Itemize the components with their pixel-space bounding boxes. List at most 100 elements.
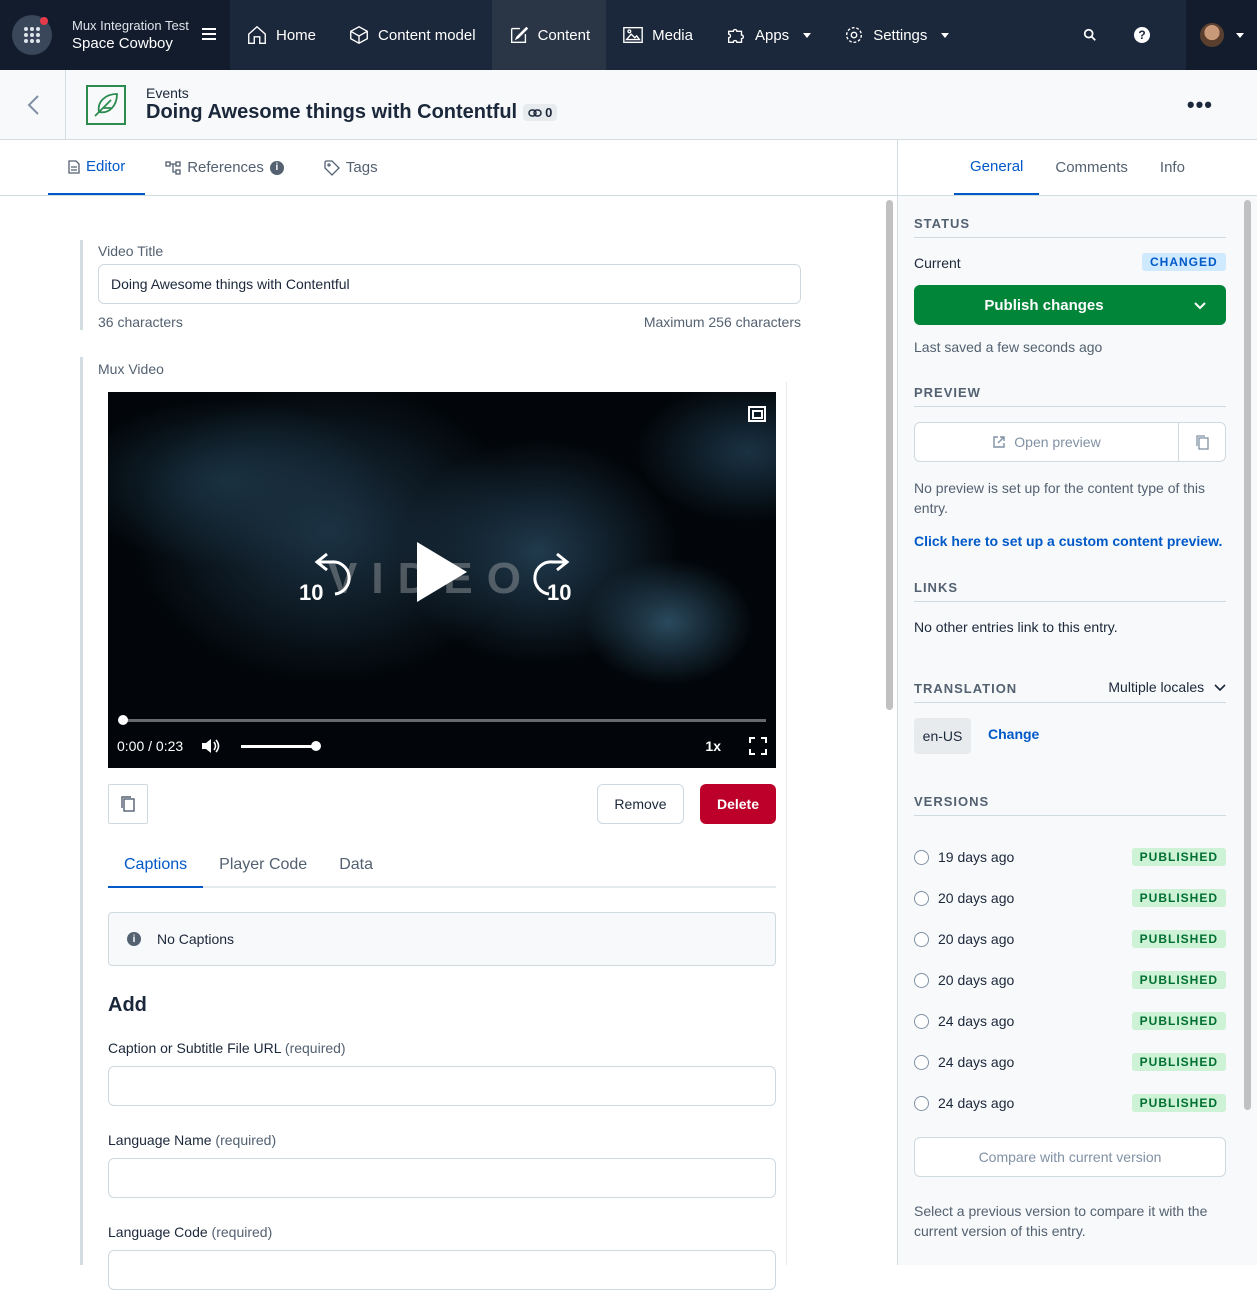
version-row[interactable]: 20 days ago PUBLISHED — [914, 928, 1226, 950]
tab-info[interactable]: Info — [1144, 140, 1201, 195]
app-launcher-button[interactable] — [12, 15, 52, 55]
status-badge: PUBLISHED — [1131, 848, 1226, 866]
notification-dot — [40, 17, 48, 25]
mux-app-frame — [786, 382, 801, 1265]
language-name-label-text: Language Name — [108, 1132, 212, 1148]
version-row[interactable]: 20 days ago PUBLISHED — [914, 969, 1226, 991]
locale-mode-select[interactable]: Multiple locales — [1108, 679, 1226, 696]
no-captions-text: No Captions — [157, 931, 235, 947]
scrollbar-thumb[interactable] — [1244, 200, 1251, 1110]
feather-icon — [94, 92, 118, 117]
language-name-label: Language Name (required) — [108, 1132, 276, 1148]
add-heading: Add — [108, 994, 147, 1016]
entry-title: Doing Awesome things with Contentful 0 — [146, 101, 558, 124]
preview-control: Open preview — [914, 422, 1226, 462]
search-button[interactable] — [1064, 0, 1116, 70]
versions-heading: VERSIONS — [914, 794, 1226, 816]
sidebar-scrollbar[interactable] — [1244, 200, 1254, 1110]
menu-icon[interactable] — [202, 28, 216, 43]
language-name-input[interactable] — [108, 1158, 776, 1198]
version-row[interactable]: 20 days ago PUBLISHED — [914, 887, 1226, 909]
seek-forward-button[interactable]: 10 — [529, 544, 577, 605]
version-row[interactable]: 19 days ago PUBLISHED — [914, 846, 1226, 868]
version-radio[interactable] — [914, 931, 929, 947]
grid-icon — [24, 27, 40, 43]
setup-preview-link[interactable]: Click here to set up a custom content pr… — [914, 533, 1222, 549]
more-options-icon[interactable]: ••• — [1187, 92, 1213, 118]
language-code-input[interactable] — [108, 1250, 776, 1290]
nav-media[interactable]: Media — [606, 0, 709, 70]
version-radio[interactable] — [914, 1013, 929, 1029]
change-locale-link[interactable]: Change — [988, 726, 1039, 742]
tab-captions[interactable]: Captions — [108, 844, 204, 888]
version-time: 19 days ago — [938, 849, 1015, 865]
publish-label: Publish changes — [984, 296, 1104, 314]
compare-versions-button[interactable]: Compare with current version — [914, 1137, 1226, 1177]
progress-bar[interactable] — [118, 715, 766, 725]
version-radio[interactable] — [914, 972, 929, 988]
status-badge: CHANGED — [1142, 253, 1226, 271]
remove-button[interactable]: Remove — [597, 784, 684, 824]
copy-icon — [1196, 435, 1209, 450]
gear-icon — [846, 26, 863, 44]
open-preview-button[interactable]: Open preview — [915, 423, 1179, 461]
version-radio[interactable] — [914, 849, 929, 865]
space-switcher[interactable]: Mux Integration Test Space Cowboy — [0, 0, 230, 70]
version-row[interactable]: 24 days ago PUBLISHED — [914, 1092, 1226, 1114]
tab-tags[interactable]: Tags — [304, 140, 398, 195]
video-title-input[interactable]: Doing Awesome things with Contentful — [98, 264, 801, 304]
version-radio[interactable] — [914, 1095, 929, 1111]
copy-preview-button[interactable] — [1179, 423, 1225, 461]
time-display: 0:00 / 0:23 — [117, 738, 184, 754]
nav-home[interactable]: Home — [230, 0, 332, 70]
locale-chip: en-US — [914, 718, 971, 754]
back-button[interactable] — [0, 69, 66, 140]
version-radio[interactable] — [914, 1054, 929, 1070]
nav-settings[interactable]: Settings — [827, 0, 965, 70]
nav-right: ? — [1064, 0, 1257, 70]
link-count-badge[interactable]: 0 — [523, 104, 558, 121]
version-radio[interactable] — [914, 890, 929, 906]
playback-speed-button[interactable]: 1x — [705, 738, 721, 754]
picture-in-picture-icon[interactable] — [748, 406, 766, 422]
chevron-down-icon — [1214, 684, 1226, 692]
scrollbar-thumb[interactable] — [886, 200, 893, 710]
editor-tabs: Editor References i Tags — [0, 140, 897, 196]
volume-icon[interactable] — [201, 737, 221, 755]
progress-handle[interactable] — [118, 715, 128, 725]
tab-comments[interactable]: Comments — [1039, 140, 1144, 195]
info-icon[interactable]: i — [269, 160, 284, 175]
tab-player-code[interactable]: Player Code — [203, 844, 323, 886]
chevron-down-icon[interactable] — [1174, 297, 1226, 314]
link-count: 0 — [545, 105, 553, 120]
tab-references[interactable]: References i — [145, 140, 304, 195]
delete-button[interactable]: Delete — [700, 784, 776, 824]
fullscreen-icon[interactable] — [749, 737, 767, 755]
publish-button[interactable]: Publish changes — [914, 285, 1226, 325]
volume-slider[interactable] — [241, 740, 322, 751]
version-time: 24 days ago — [938, 1013, 1015, 1029]
tab-editor[interactable]: Editor — [48, 140, 146, 195]
char-max: Maximum 256 characters — [643, 314, 801, 330]
version-time: 24 days ago — [938, 1054, 1015, 1070]
nav-content[interactable]: Content — [491, 0, 607, 70]
locale-mode-label: Multiple locales — [1108, 679, 1205, 695]
video-player[interactable]: VIDEO 10 10 0:00 / 0:23 1x — [108, 392, 776, 768]
editor-scrollbar[interactable] — [882, 196, 896, 1265]
playback-controls: 10 10 — [108, 542, 776, 605]
current-label: Current — [914, 255, 961, 271]
tab-general[interactable]: General — [954, 140, 1040, 195]
seek-back-button[interactable]: 10 — [299, 544, 355, 605]
caption-url-input[interactable] — [108, 1066, 776, 1106]
tab-data[interactable]: Data — [323, 844, 389, 886]
volume-handle[interactable] — [311, 740, 322, 751]
version-row[interactable]: 24 days ago PUBLISHED — [914, 1051, 1226, 1073]
play-icon[interactable] — [417, 542, 467, 602]
nav-apps[interactable]: Apps — [709, 0, 827, 70]
account-menu[interactable] — [1186, 0, 1257, 70]
external-link-icon — [993, 436, 1005, 448]
copy-button[interactable] — [108, 784, 148, 824]
nav-content-model[interactable]: Content model — [332, 0, 492, 70]
help-button[interactable]: ? — [1116, 0, 1168, 70]
version-row[interactable]: 24 days ago PUBLISHED — [914, 1010, 1226, 1032]
